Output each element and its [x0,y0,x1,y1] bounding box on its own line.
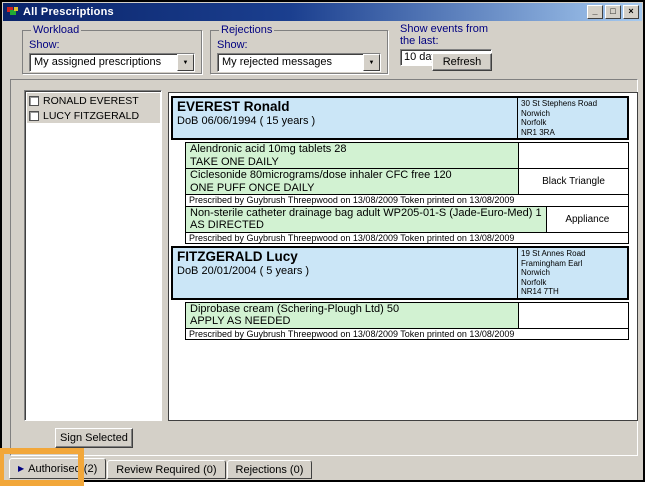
address-line: 30 St Stephens Road [521,99,624,109]
medication-details: Alendronic acid 10mg tablets 28 TAKE ONE… [185,142,519,169]
patient-address: 30 St Stephens Road Norwich Norfolk NR1 … [517,98,627,138]
events-label: Show events from the last: [400,23,500,47]
sign-selected-button[interactable]: Sign Selected [55,428,133,448]
medication-flag: Appliance [547,206,629,233]
medication-details: Ciclesonide 80micrograms/dose inhaler CF… [185,168,519,195]
medication-drug: Diprobase cream (Schering-Plough Ltd) 50 [190,303,514,316]
window-controls: _ □ × [587,5,640,19]
rejections-dropdown-value: My rejected messages [218,54,363,71]
refresh-button[interactable]: Refresh [432,53,492,71]
patient-name: EVEREST Ronald [177,99,513,114]
patient-dob: DoB 20/01/2004 ( 5 years ) [177,265,513,277]
app-icon [6,5,20,19]
active-tab-arrow-icon: ▶ [18,464,24,473]
bottom-tabs: ▶ Authorised (2) Review Required (0) Reje… [9,458,313,479]
medication-directions: ONE PUFF ONCE DAILY [190,182,514,195]
patient-address: 19 St Annes Road Framingham Earl Norwich… [517,248,627,298]
prescribed-by-footer: Prescribed by Guybrush Threepwood on 13/… [185,328,629,341]
patient-header-fitzgerald: FITZGERALD Lucy DoB 20/01/2004 ( 5 years… [171,246,629,300]
medication-flag: Black Triangle [519,168,629,195]
workload-dropdown-value: My assigned prescriptions [30,54,177,71]
patient-info: FITZGERALD Lucy DoB 20/01/2004 ( 5 years… [173,248,517,298]
medication-directions: APPLY AS NEEDED [190,315,514,328]
medication-row-diprobase[interactable]: Diprobase cream (Schering-Plough Ltd) 50… [185,302,629,329]
workload-groupbox: Workload Show: My assigned prescriptions… [22,24,202,74]
address-line: Norwich [521,268,624,278]
patient-list-label: LUCY FITZGERALD [43,110,139,122]
patient-header-everest: EVEREST Ronald DoB 06/06/1994 ( 15 years… [171,96,629,140]
medication-directions: TAKE ONE DAILY [190,156,514,169]
rejections-groupbox: Rejections Show: My rejected messages ▼ [210,24,388,74]
address-line: NR14 7TH [521,287,624,297]
workload-legend: Workload [31,24,81,36]
prescribed-by-footer: Prescribed by Guybrush Threepwood on 13/… [185,232,629,245]
medication-drug: Ciclesonide 80micrograms/dose inhaler CF… [190,169,514,182]
address-line: Framingham Earl [521,259,624,269]
medication-flag [519,142,629,169]
rejections-legend: Rejections [219,24,274,36]
medication-row-alendronic[interactable]: Alendronic acid 10mg tablets 28 TAKE ONE… [185,142,629,169]
address-line: Norfolk [521,278,624,288]
tab-review-required[interactable]: Review Required (0) [107,460,225,479]
address-line: Norwich [521,109,624,119]
close-button[interactable]: × [623,5,639,19]
all-prescriptions-window: All Prescriptions _ □ × Workload Show: M… [0,0,645,482]
patient-list-item-lucy-fitzgerald[interactable]: LUCY FITZGERALD [27,108,160,123]
address-line: Norfolk [521,118,624,128]
medication-details: Non-sterile catheter drainage bag adult … [185,206,547,233]
tab-label: Rejections (0) [236,464,304,476]
tab-rejections[interactable]: Rejections (0) [227,460,313,479]
workload-dropdown[interactable]: My assigned prescriptions ▼ [29,53,195,72]
window-title: All Prescriptions [23,6,114,18]
chevron-down-icon[interactable]: ▼ [363,54,380,71]
medication-directions: AS DIRECTED [190,219,542,232]
checkbox-icon[interactable] [29,96,39,106]
patient-list-item-ronald-everest[interactable]: RONALD EVEREST [27,93,160,108]
medication-drug: Alendronic acid 10mg tablets 28 [190,143,514,156]
medication-row-catheter-bag[interactable]: Non-sterile catheter drainage bag adult … [185,206,629,233]
patient-list[interactable]: RONALD EVEREST LUCY FITZGERALD [24,90,162,421]
workload-show-label: Show: [29,39,195,51]
address-line: NR1 3RA [521,128,624,138]
checkbox-icon[interactable] [29,111,39,121]
rejections-dropdown[interactable]: My rejected messages ▼ [217,53,381,72]
tab-label: Review Required (0) [116,464,216,476]
patient-name: FITZGERALD Lucy [177,249,513,264]
medication-flag [519,302,629,329]
chevron-down-icon[interactable]: ▼ [177,54,194,71]
address-line: 19 St Annes Road [521,249,624,259]
tab-label: Authorised (2) [28,463,97,475]
maximize-button[interactable]: □ [605,5,621,19]
patient-dob: DoB 06/06/1994 ( 15 years ) [177,115,513,127]
patient-list-label: RONALD EVEREST [43,95,139,107]
title-bar[interactable]: All Prescriptions _ □ × [3,3,642,21]
medication-details: Diprobase cream (Schering-Plough Ltd) 50… [185,302,519,329]
patient-info: EVEREST Ronald DoB 06/06/1994 ( 15 years… [173,98,517,138]
minimize-button[interactable]: _ [587,5,603,19]
rejections-show-label: Show: [217,39,381,51]
medication-row-ciclesonide[interactable]: Ciclesonide 80micrograms/dose inhaler CF… [185,168,629,195]
medication-drug: Non-sterile catheter drainage bag adult … [190,207,542,220]
prescriptions-panel: EVEREST Ronald DoB 06/06/1994 ( 15 years… [168,92,638,421]
tab-authorised[interactable]: ▶ Authorised (2) [9,458,106,479]
